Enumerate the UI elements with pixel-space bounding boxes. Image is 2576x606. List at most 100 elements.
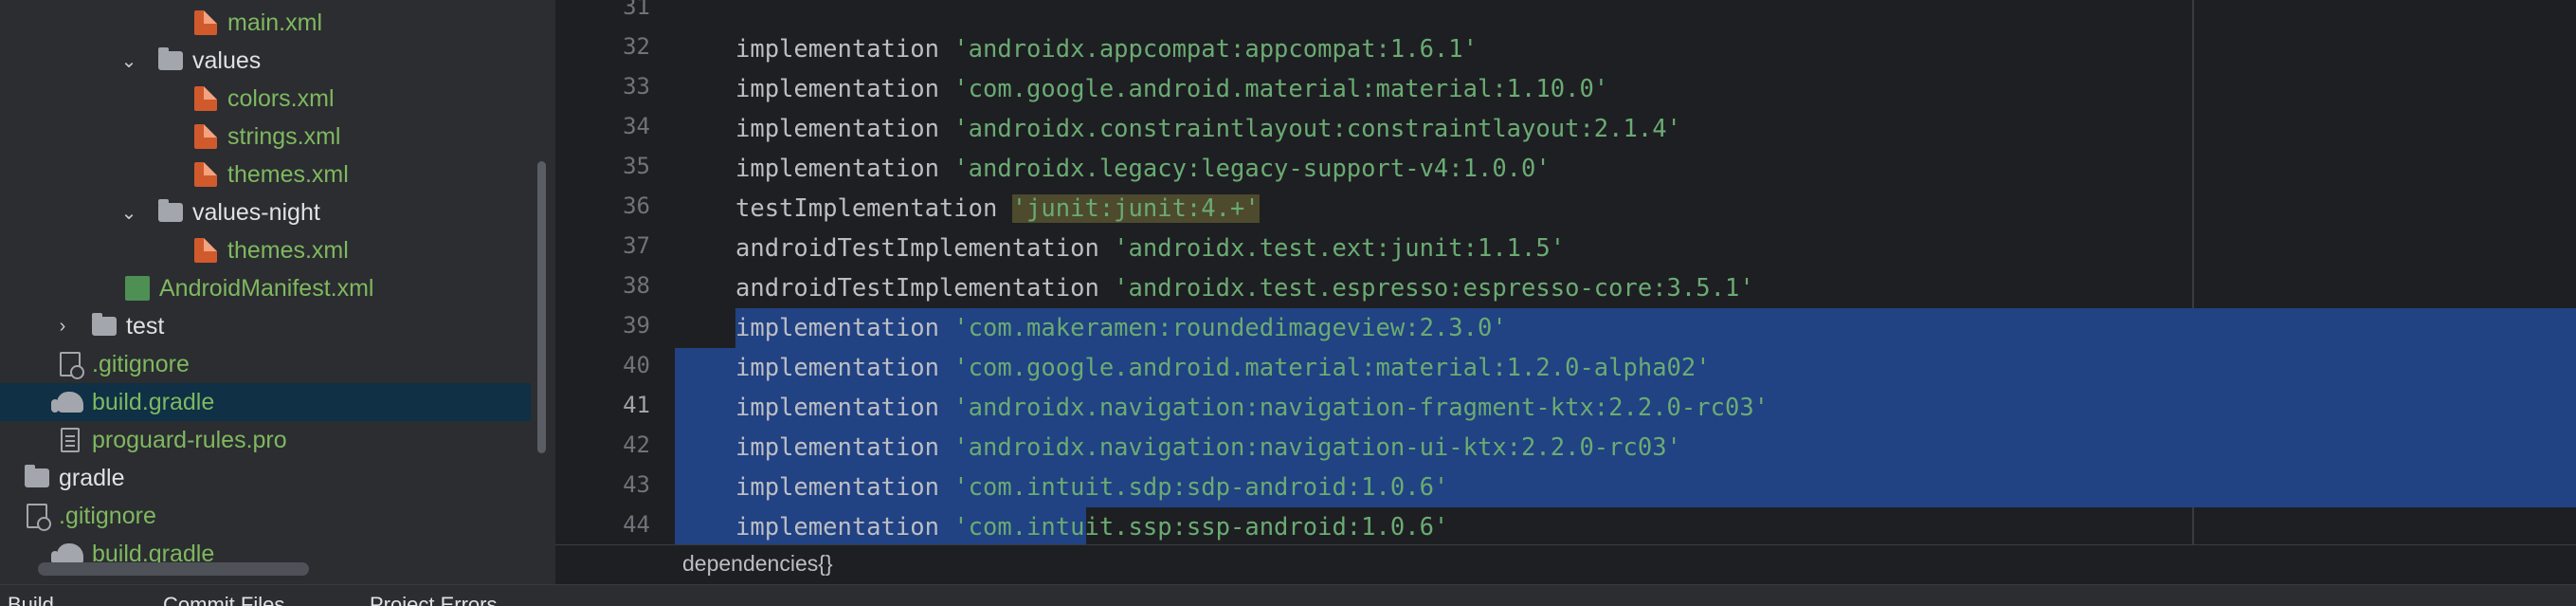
gitignore-file-icon	[24, 503, 51, 531]
tree-item[interactable]: .gitignore	[0, 345, 531, 383]
code-keyword: implementation	[735, 433, 954, 462]
xml-file-icon	[192, 9, 219, 36]
tree-item[interactable]: build.gradle	[0, 383, 531, 421]
tree-item-label: gradle	[59, 464, 125, 491]
line-number: 42	[623, 432, 650, 458]
tool-window-tab[interactable]: Commit Files	[163, 593, 284, 606]
tree-item-label: .gitignore	[59, 502, 156, 529]
line-number: 41	[623, 392, 650, 418]
code-keyword: androidTestImplementation	[735, 274, 1115, 303]
tree-item[interactable]: ⌄ values-night	[0, 193, 531, 231]
tree-item-label: values	[192, 46, 262, 74]
code-string: 'com.intuit.sdp:sdp-android:1.0.6'	[953, 473, 1449, 502]
code-line[interactable]: implementation 'androidx.navigation:navi…	[735, 388, 1769, 428]
code-keyword: implementation	[735, 314, 954, 342]
folder-icon	[91, 313, 118, 340]
code-keyword: implementation	[735, 394, 954, 422]
manifest-file-icon	[124, 275, 151, 302]
chevron-right-icon[interactable]: ›	[51, 315, 74, 338]
tree-item[interactable]: ⌄ values	[0, 42, 531, 80]
tree-item[interactable]: proguard-rules.pro	[0, 421, 531, 459]
code-keyword: implementation	[735, 75, 954, 103]
bottom-tool-bar: Build Commit Files Project Errors	[0, 584, 2576, 606]
code-line[interactable]: implementation 'androidx.constraintlayou…	[735, 109, 1681, 149]
xml-file-icon	[192, 85, 219, 112]
code-line[interactable]: androidTestImplementation 'androidx.test…	[735, 229, 1565, 268]
code-editor[interactable]: 31 32 33 34 35 36 37 38 39 40 41 42 43 44 implementat…	[555, 0, 2576, 547]
code-line[interactable]: implementation 'com.google.android.mater…	[735, 348, 1711, 388]
code-keyword: testImplementation	[735, 194, 1012, 223]
tree-item-label: main.xml	[227, 9, 323, 36]
project-tree-panel: main.xml ⌄ values colors.xml strings.xml them…	[0, 0, 555, 582]
line-number: 32	[623, 33, 650, 60]
tree-item-label: colors.xml	[227, 84, 335, 112]
tree-item-label: AndroidManifest.xml	[159, 274, 374, 302]
code-line[interactable]: implementation 'androidx.legacy:legacy-s…	[735, 149, 1551, 189]
line-number: 33	[623, 73, 650, 100]
line-number: 34	[623, 113, 650, 139]
chevron-down-icon[interactable]: ⌄	[118, 49, 140, 72]
code-line[interactable]: testImplementation 'junit:junit:4.+'	[735, 189, 1260, 229]
code-line[interactable]: implementation 'com.intuit.sdp:sdp-andro…	[735, 468, 1448, 507]
tree-item-label: strings.xml	[227, 122, 341, 150]
code-string: 'androidx.legacy:legacy-support-v4:1.0.0…	[953, 155, 1551, 183]
tree-item-label: themes.xml	[227, 160, 349, 188]
tree-vertical-scrollbar[interactable]	[537, 161, 546, 453]
tree-item[interactable]: colors.xml	[0, 80, 531, 118]
tree-horizontal-scrollbar[interactable]	[38, 562, 309, 576]
tree-item-label: values-night	[192, 198, 320, 226]
code-string: 'com.google.android.material:material:1.…	[953, 75, 1609, 103]
code-keyword: implementation	[735, 513, 954, 542]
line-number: 43	[623, 471, 650, 498]
tree-item-label: test	[126, 312, 165, 340]
code-line[interactable]: implementation 'com.intuit.ssp:ssp-andro…	[735, 507, 1448, 547]
tree-item-label: proguard-rules.pro	[92, 426, 287, 453]
tree-item[interactable]: main.xml	[0, 4, 531, 42]
xml-file-icon	[192, 237, 219, 264]
text-file-icon	[57, 427, 83, 453]
xml-file-icon	[192, 123, 219, 150]
tree-item-label: themes.xml	[227, 236, 349, 264]
tree-item-label: .gitignore	[92, 350, 190, 377]
tree-item[interactable]: AndroidManifest.xml	[0, 269, 531, 307]
line-number: 31	[623, 0, 650, 20]
code-keyword: implementation	[735, 354, 954, 382]
code-keyword: implementation	[735, 35, 954, 64]
code-string: 'com.google.android.material:material:1.…	[953, 354, 1711, 382]
tree-item[interactable]: themes.xml	[0, 231, 531, 269]
breadcrumb-item[interactable]: dependencies{}	[682, 551, 833, 577]
code-string: 'androidx.navigation:navigation-fragment…	[953, 394, 1769, 422]
gradle-elephant-icon	[51, 389, 83, 415]
code-keyword: implementation	[735, 115, 954, 143]
code-string: 'com.makeramen:roundedimageview:2.3.0'	[953, 314, 1507, 342]
folder-icon	[157, 199, 184, 226]
tree-item-label: build.gradle	[92, 388, 215, 415]
tree-item[interactable]: .gitignore	[0, 497, 531, 535]
tree-item[interactable]: gradle	[0, 459, 531, 497]
code-keyword: implementation	[735, 473, 954, 502]
tree-item[interactable]: strings.xml	[0, 118, 531, 156]
code-string: 'androidx.test.espresso:espresso-core:3.…	[1114, 274, 1754, 303]
tree-item[interactable]: themes.xml	[0, 156, 531, 193]
code-line[interactable]: androidTestImplementation 'androidx.test…	[735, 268, 1754, 308]
line-number: 36	[623, 193, 650, 219]
code-line[interactable]: implementation 'com.makeramen:roundedima…	[735, 308, 1507, 348]
code-string: 'androidx.appcompat:appcompat:1.6.1'	[953, 35, 1478, 64]
code-string: 'androidx.constraintlayout:constraintlay…	[953, 115, 1681, 143]
breadcrumb[interactable]: dependencies{}	[555, 544, 2576, 585]
line-number: 40	[623, 352, 650, 378]
code-string: 'junit:junit:4.+'	[1011, 194, 1260, 223]
chevron-down-icon[interactable]: ⌄	[118, 201, 140, 224]
tree-item[interactable]: › test	[0, 307, 531, 345]
gitignore-file-icon	[57, 351, 84, 379]
code-line[interactable]: implementation 'androidx.appcompat:appco…	[735, 29, 1478, 69]
code-line[interactable]: implementation 'androidx.navigation:navi…	[735, 428, 1681, 468]
line-number: 39	[623, 312, 650, 339]
code-string: 'com.intuit.ssp:ssp-android:1.0.6'	[953, 513, 1449, 542]
line-number-gutter: 31 32 33 34 35 36 37 38 39 40 41 42 43 44	[555, 0, 665, 544]
code-string: 'androidx.navigation:navigation-ui-ktx:2…	[953, 433, 1681, 462]
tool-window-tab[interactable]: Project Errors	[370, 593, 497, 606]
code-line[interactable]: implementation 'com.google.android.mater…	[735, 69, 1608, 109]
tool-window-tab[interactable]: Build	[8, 593, 54, 606]
line-number: 44	[623, 511, 650, 538]
